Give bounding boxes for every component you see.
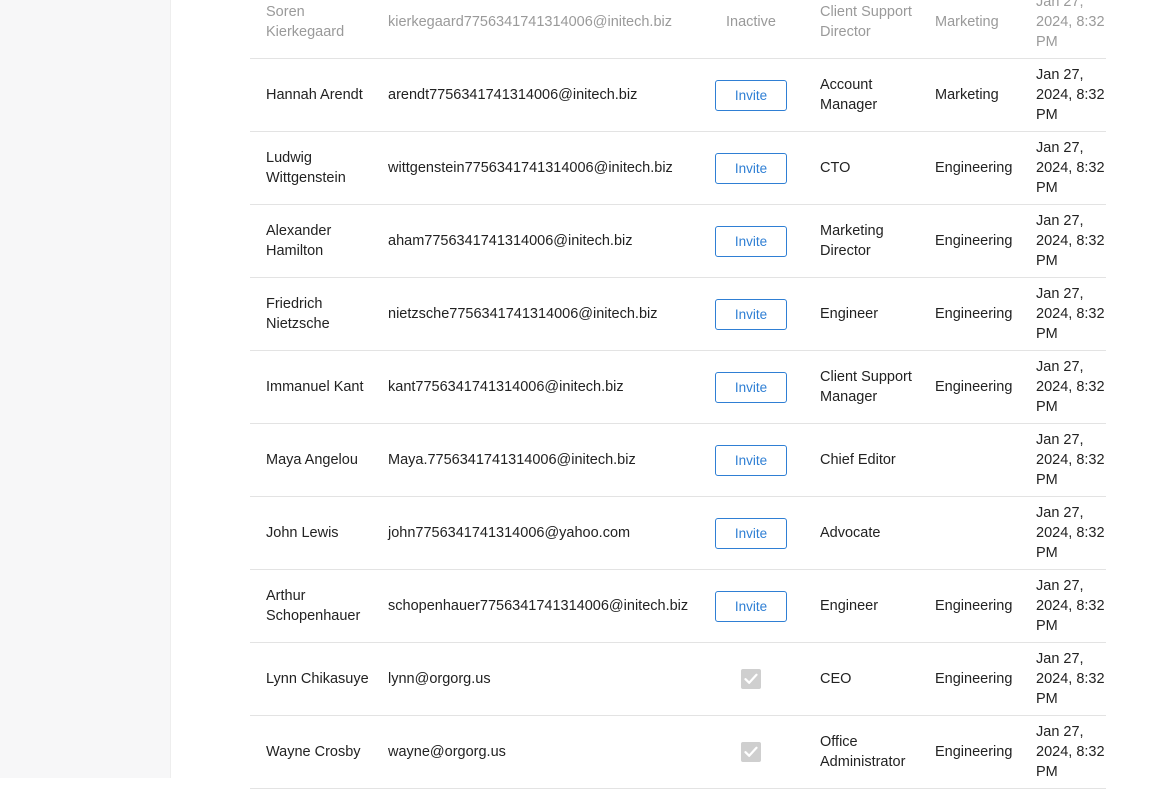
user-title: Account Manager <box>820 77 878 113</box>
user-email: nietzsche7756341741314006@initech.biz <box>388 306 658 322</box>
user-group: Engineering <box>935 379 1013 395</box>
table-row: Immanuel Kant kant7756341741314006@inite… <box>250 351 1106 424</box>
user-name: Immanuel Kant <box>266 379 364 395</box>
table-body: Soren Kierkegaard kierkegaard77563417413… <box>250 0 1106 789</box>
invite-button[interactable]: Invite <box>715 225 787 257</box>
table-row: Wayne Crosby wayne@orgorg.us Office Admi… <box>250 716 1106 789</box>
user-title: Engineer <box>820 306 879 322</box>
user-status-cell: Invite <box>698 517 804 549</box>
invite-button[interactable]: Invite <box>715 152 787 184</box>
invite-button[interactable]: Invite <box>715 517 787 549</box>
table-row: Lynn Chikasuye lynn@orgorg.us CEO Engine… <box>250 643 1106 716</box>
user-group: Engineering <box>935 160 1013 176</box>
user-name: Alexander Hamilton <box>266 223 332 259</box>
user-name: Soren Kierkegaard <box>266 4 345 40</box>
user-date: Jan 27, 2024, 8:32 PM <box>1036 432 1105 488</box>
user-group: Marketing <box>935 87 999 103</box>
user-name: Maya Angelou <box>266 452 358 468</box>
user-title: Chief Editor <box>820 452 896 468</box>
user-group: Engineering <box>935 306 1013 322</box>
user-status-cell: Invite <box>698 444 804 476</box>
user-status-cell: Inactive <box>698 12 804 32</box>
user-date: Jan 27, 2024, 8:32 PM <box>1036 67 1105 123</box>
sidebar <box>0 0 171 778</box>
user-date: Jan 27, 2024, 8:32 PM <box>1036 0 1105 50</box>
user-email: wittgenstein7756341741314006@initech.biz <box>388 160 673 176</box>
user-title: Marketing Director <box>820 223 884 259</box>
table-row: John Lewis john7756341741314006@yahoo.co… <box>250 497 1106 570</box>
user-status-cell: Invite <box>698 225 804 257</box>
user-date: Jan 27, 2024, 8:32 PM <box>1036 286 1105 342</box>
user-title: CEO <box>820 671 852 687</box>
user-name: Friedrich Nietzsche <box>266 296 330 332</box>
user-name: Wayne Crosby <box>266 744 361 760</box>
invite-button[interactable]: Invite <box>715 444 787 476</box>
user-email: schopenhauer7756341741314006@initech.biz <box>388 598 689 614</box>
user-date: Jan 27, 2024, 8:32 PM <box>1036 140 1105 196</box>
table-row: Alexander Hamilton aham7756341741314006@… <box>250 205 1106 278</box>
table-row: Maya Angelou Maya.7756341741314006@inite… <box>250 424 1106 497</box>
user-name: Hannah Arendt <box>266 87 363 103</box>
user-email: wayne@orgorg.us <box>388 744 506 760</box>
user-title: Client Support Director <box>820 4 912 40</box>
user-email: john7756341741314006@yahoo.com <box>388 525 631 541</box>
user-title: Office Administrator <box>820 734 906 770</box>
user-name: Ludwig Wittgenstein <box>266 150 346 186</box>
user-group: Engineering <box>935 233 1013 249</box>
user-status-cell: Invite <box>698 152 804 184</box>
user-status-cell: Invite <box>698 590 804 622</box>
user-email: kierkegaard7756341741314006@initech.biz <box>388 14 672 30</box>
user-email: Maya.7756341741314006@initech.biz <box>388 452 636 468</box>
user-group: Marketing <box>935 14 999 30</box>
user-status-cell: Invite <box>698 371 804 403</box>
user-email: aham7756341741314006@initech.biz <box>388 233 633 249</box>
user-name: Arthur Schopenhauer <box>266 588 361 624</box>
user-group: Engineering <box>935 744 1013 760</box>
user-date: Jan 27, 2024, 8:32 PM <box>1036 724 1105 780</box>
status-label: Inactive <box>726 14 776 30</box>
user-title: CTO <box>820 160 851 176</box>
user-status-cell <box>698 669 804 689</box>
user-title: Engineer <box>820 598 879 614</box>
table-row: Hannah Arendt arendt7756341741314006@ini… <box>250 59 1106 132</box>
check-icon <box>741 742 761 762</box>
user-date: Jan 27, 2024, 8:32 PM <box>1036 505 1105 561</box>
table-row: Ludwig Wittgenstein wittgenstein77563417… <box>250 132 1106 205</box>
invite-button[interactable]: Invite <box>715 371 787 403</box>
users-table: Soren Kierkegaard kierkegaard77563417413… <box>250 0 1106 789</box>
user-name: John Lewis <box>266 525 339 541</box>
user-date: Jan 27, 2024, 8:32 PM <box>1036 213 1105 269</box>
invite-button[interactable]: Invite <box>715 590 787 622</box>
user-name: Lynn Chikasuye <box>266 671 369 687</box>
user-status-cell <box>698 742 804 762</box>
invite-button[interactable]: Invite <box>715 79 787 111</box>
user-group: Engineering <box>935 671 1013 687</box>
user-status-cell: Invite <box>698 79 804 111</box>
table-row: Friedrich Nietzsche nietzsche77563417413… <box>250 278 1106 351</box>
user-title: Client Support Manager <box>820 369 912 405</box>
invite-button[interactable]: Invite <box>715 298 787 330</box>
user-date: Jan 27, 2024, 8:32 PM <box>1036 578 1105 634</box>
table-row: Arthur Schopenhauer schopenhauer77563417… <box>250 570 1106 643</box>
user-status-cell: Invite <box>698 298 804 330</box>
user-email: arendt7756341741314006@initech.biz <box>388 87 638 103</box>
user-date: Jan 27, 2024, 8:32 PM <box>1036 651 1105 707</box>
user-title: Advocate <box>820 525 881 541</box>
table-row: Soren Kierkegaard kierkegaard77563417413… <box>250 0 1106 59</box>
check-icon <box>741 669 761 689</box>
user-date: Jan 27, 2024, 8:32 PM <box>1036 359 1105 415</box>
user-email: lynn@orgorg.us <box>388 671 491 687</box>
user-group: Engineering <box>935 598 1013 614</box>
user-email: kant7756341741314006@initech.biz <box>388 379 624 395</box>
